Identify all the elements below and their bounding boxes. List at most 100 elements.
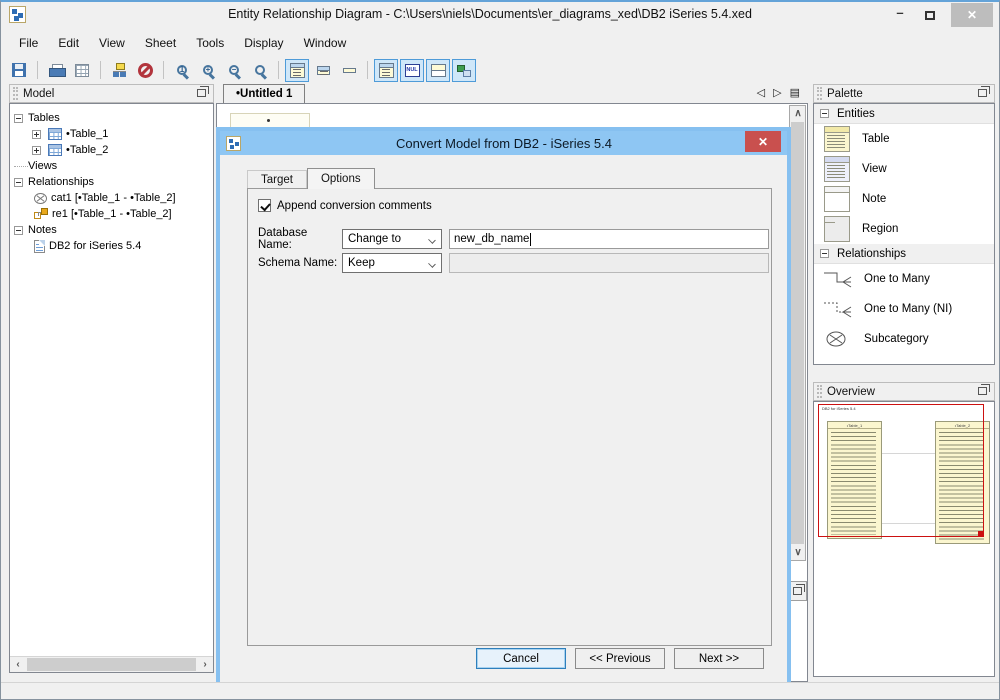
- model-horizontal-scrollbar[interactable]: ‹ ›: [10, 656, 213, 672]
- next-sheet-icon[interactable]: ▷: [773, 86, 781, 99]
- database-name-label: Database Name:: [258, 227, 308, 251]
- overview-viewport-rect[interactable]: [818, 404, 984, 537]
- tree-item-table1[interactable]: •Table_1: [32, 126, 176, 142]
- expand-icon[interactable]: [32, 129, 41, 139]
- append-comments-checkbox[interactable]: [258, 199, 271, 212]
- tree-item-table2[interactable]: •Table_2: [32, 142, 176, 158]
- panel-icon: [793, 584, 805, 595]
- zoom-out-button[interactable]: −: [222, 59, 246, 82]
- tree-item-cat1[interactable]: cat1 [•Table_1 - •Table_2]: [32, 190, 176, 206]
- database-name-mode-select[interactable]: Change to: [342, 229, 442, 249]
- scroll-right-icon[interactable]: ›: [197, 657, 213, 672]
- cancel-button[interactable]: Cancel: [476, 648, 566, 669]
- restore-panel-icon[interactable]: [197, 86, 209, 97]
- show-null-button[interactable]: NUL: [400, 58, 424, 82]
- panel-grip[interactable]: [13, 87, 18, 100]
- palette-item-table[interactable]: Table: [814, 124, 994, 154]
- dialog-close-button[interactable]: ✕: [745, 131, 781, 152]
- canvas-vertical-scrollbar[interactable]: ∧ ∨: [789, 105, 806, 561]
- palette-panel-header: Palette: [813, 84, 995, 103]
- options-tab-page: Append conversion comments Database Name…: [247, 188, 772, 646]
- model-panel-title: Model: [23, 87, 55, 100]
- scrollbar-thumb[interactable]: [27, 658, 196, 671]
- table-compact-view-button[interactable]: [311, 59, 335, 82]
- print-button[interactable]: [44, 59, 68, 82]
- palette-item-region[interactable]: Region: [814, 214, 994, 244]
- page-grid-button[interactable]: [70, 59, 94, 82]
- tree-item-tables[interactable]: Tables: [14, 110, 176, 126]
- table-minimal-view-button[interactable]: [337, 59, 361, 82]
- panel-grip[interactable]: [817, 385, 822, 398]
- menu-file[interactable]: File: [9, 33, 48, 53]
- scrollbar-thumb[interactable]: [791, 122, 804, 544]
- tab-options[interactable]: Options: [306, 168, 375, 189]
- table-detail-view-button[interactable]: [285, 58, 309, 82]
- close-button[interactable]: ✕: [951, 3, 993, 27]
- tree-item-views[interactable]: Views: [14, 158, 176, 174]
- menu-edit[interactable]: Edit: [48, 33, 89, 53]
- restore-panel-icon[interactable]: [978, 384, 990, 395]
- zoom-in-button[interactable]: +: [196, 59, 220, 82]
- next-button[interactable]: Next >>: [674, 648, 764, 669]
- palette-section-relationships[interactable]: Relationships: [814, 244, 994, 264]
- show-attributes-button[interactable]: [374, 58, 398, 82]
- dialog-titlebar[interactable]: Convert Model from DB2 - iSeries 5.4 ✕: [220, 131, 787, 155]
- one-to-many-ni-icon: [824, 302, 852, 318]
- app-icon: [9, 6, 26, 23]
- table-thumbnail-icon: [824, 126, 850, 152]
- prohibit-button[interactable]: [133, 59, 157, 82]
- minimize-button[interactable]: –: [885, 4, 915, 26]
- show-header-button[interactable]: [426, 58, 450, 82]
- table-icon: [48, 128, 62, 140]
- menu-tools[interactable]: Tools: [186, 33, 234, 53]
- tree-item-note1[interactable]: DB2 for iSeries 5.4: [32, 238, 176, 254]
- restore-panel-icon[interactable]: [978, 86, 990, 97]
- scroll-up-icon[interactable]: ∧: [790, 106, 806, 121]
- collapse-icon[interactable]: [14, 177, 23, 187]
- save-button[interactable]: [7, 59, 31, 82]
- collapse-icon[interactable]: [820, 249, 829, 258]
- palette-section-entities[interactable]: Entities: [814, 104, 994, 124]
- previous-button[interactable]: << Previous: [575, 648, 665, 669]
- zoom-fit-button[interactable]: [248, 59, 272, 82]
- relationship-icon: [34, 208, 48, 220]
- expand-icon[interactable]: [32, 145, 41, 155]
- database-name-input[interactable]: new_db_name: [449, 229, 769, 249]
- table-detail-view-icon: [289, 62, 305, 78]
- tree-item-re1[interactable]: re1 [•Table_1 - •Table_2]: [32, 206, 176, 222]
- note-icon: [34, 239, 45, 253]
- menu-window[interactable]: Window: [294, 33, 357, 53]
- tab-untitled-1[interactable]: •Untitled 1: [223, 84, 306, 103]
- sheet-list-icon[interactable]: ▤: [790, 86, 800, 99]
- schema-name-mode-select[interactable]: Keep: [342, 253, 442, 273]
- auto-layout-button[interactable]: [107, 59, 131, 82]
- model-tree-panel: Tables •Table_1 •Table_2 Views Relations…: [9, 103, 214, 673]
- collapse-icon[interactable]: [820, 109, 829, 118]
- overview-panel[interactable]: DB2 for iSeries 5.4 •Table_1 •Table_2: [813, 401, 995, 677]
- palette-item-subcategory[interactable]: Subcategory: [814, 324, 994, 354]
- collapse-icon[interactable]: [14, 113, 23, 123]
- panel-grip[interactable]: [817, 87, 822, 100]
- convert-model-dialog: Convert Model from DB2 - iSeries 5.4 ✕ T…: [216, 127, 791, 686]
- viewport-resize-handle[interactable]: [978, 531, 984, 537]
- foreign-key-view-button[interactable]: [452, 58, 476, 82]
- palette-item-note[interactable]: Note: [814, 184, 994, 214]
- zoom-actual-button[interactable]: 1: [170, 59, 194, 82]
- show-null-icon: NUL: [404, 63, 420, 77]
- menu-view[interactable]: View: [89, 33, 135, 53]
- menu-sheet[interactable]: Sheet: [135, 33, 186, 53]
- menu-display[interactable]: Display: [234, 33, 293, 53]
- scroll-down-icon[interactable]: ∨: [790, 545, 806, 560]
- maximize-button[interactable]: [915, 4, 945, 26]
- tab-target[interactable]: Target: [247, 170, 307, 189]
- tree-item-relationships[interactable]: Relationships: [14, 174, 176, 190]
- append-comments-label: Append conversion comments: [277, 199, 432, 212]
- scroll-left-icon[interactable]: ‹: [10, 657, 26, 672]
- prev-sheet-icon[interactable]: ◁: [757, 86, 765, 99]
- palette-item-view[interactable]: View: [814, 154, 994, 184]
- collapse-icon[interactable]: [14, 225, 23, 235]
- tree-item-notes[interactable]: Notes: [14, 222, 176, 238]
- palette-item-one-to-many[interactable]: One to Many: [814, 264, 994, 294]
- database-name-row: Database Name: Change to new_db_name: [258, 227, 769, 251]
- palette-item-one-to-many-ni[interactable]: One to Many (NI): [814, 294, 994, 324]
